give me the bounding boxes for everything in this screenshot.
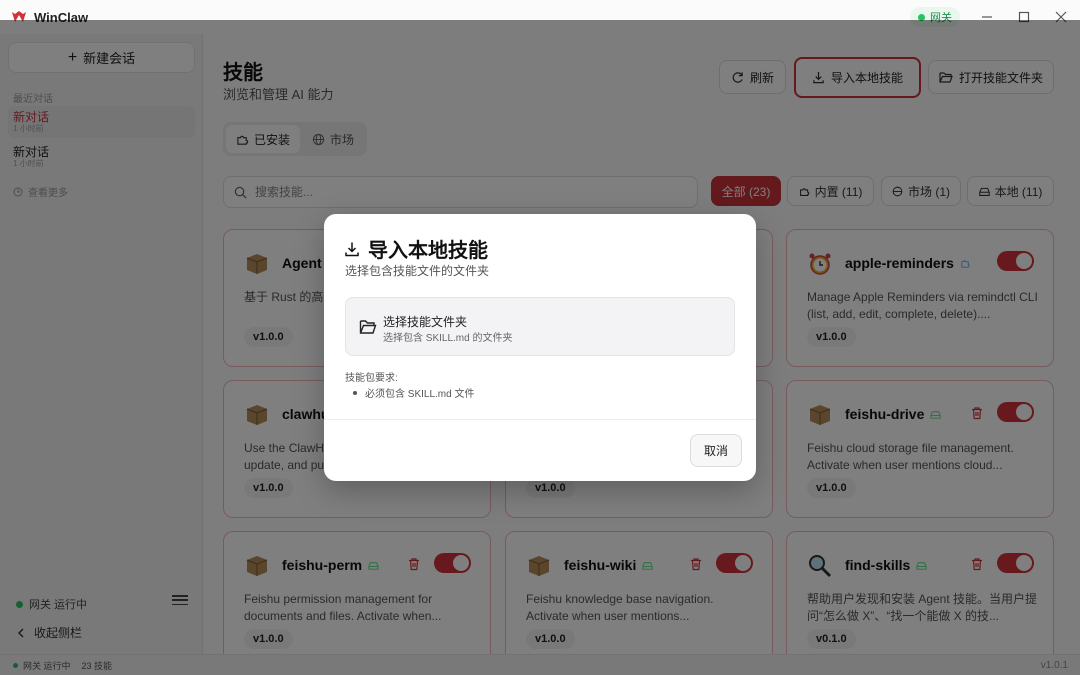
- dialog-title-row: 导入本地技能: [344, 234, 488, 263]
- cancel-button[interactable]: 取消: [690, 434, 742, 467]
- requirement-text: 必须包含 SKILL.md 文件: [365, 389, 475, 400]
- dialog-subtitle: 选择包含技能文件的文件夹: [345, 264, 490, 278]
- bullet-icon: [353, 390, 357, 395]
- requirement-item: 必须包含 SKILL.md 文件: [353, 385, 474, 400]
- dialog-title: 导入本地技能: [368, 240, 488, 262]
- select-folder-hint: 选择包含 SKILL.md 的文件夹: [383, 333, 513, 344]
- dialog-divider: [324, 419, 756, 420]
- select-folder-title: 选择技能文件夹: [383, 315, 468, 329]
- import-skill-dialog: 导入本地技能 选择包含技能文件的文件夹 选择技能文件夹 选择包含 SKILL.m…: [324, 214, 756, 481]
- download-icon: [345, 242, 359, 256]
- requirements-label: 技能包要求:: [345, 373, 398, 384]
- folder-open-icon: [359, 320, 377, 334]
- select-skill-folder-button[interactable]: 选择技能文件夹 选择包含 SKILL.md 的文件夹: [345, 297, 735, 356]
